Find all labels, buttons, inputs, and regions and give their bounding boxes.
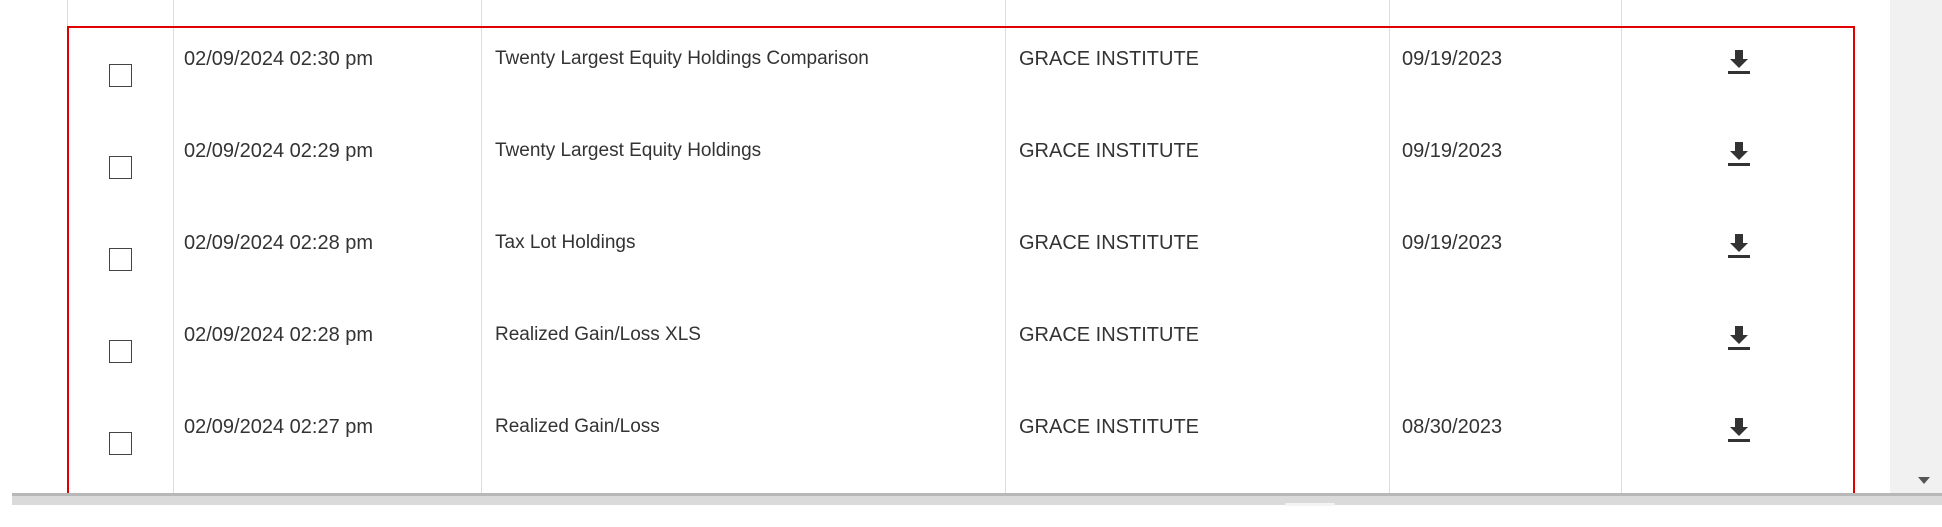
as-of-date [1389,302,1622,394]
vertical-scrollbar[interactable] [1890,0,1942,493]
created-date: 02/09/2024 02:28 pm [173,302,482,394]
row-checkbox[interactable] [109,156,132,179]
download-icon[interactable] [1727,324,1751,352]
table-row: 02/09/2024 02:28 pm Realized Gain/Loss X… [67,302,1891,394]
created-date: 02/09/2024 02:27 pm [173,394,482,493]
download-icon[interactable] [1727,48,1751,76]
as-of-date: 09/19/2023 [1389,210,1622,302]
account-name: GRACE INSTITUTE [1005,26,1390,118]
reports-table: 02/09/2024 02:30 pm Twenty Largest Equit… [67,0,1891,493]
created-date: 02/09/2024 02:30 pm [173,26,482,118]
account-name: GRACE INSTITUTE [1005,394,1390,493]
row-checkbox[interactable] [109,64,132,87]
table-row: 02/09/2024 02:28 pm Tax Lot Holdings GRA… [67,210,1891,302]
table-row: 02/09/2024 02:30 pm Twenty Largest Equit… [67,26,1891,118]
horizontal-scroll-thumb[interactable] [1285,503,1335,506]
table-row: 02/09/2024 02:29 pm Twenty Largest Equit… [67,118,1891,210]
report-name: Realized Gain/Loss XLS [481,302,1006,394]
row-checkbox[interactable] [109,248,132,271]
account-name: GRACE INSTITUTE [1005,302,1390,394]
row-checkbox[interactable] [109,340,132,363]
horizontal-scrollbar[interactable] [12,493,1942,505]
scroll-down-arrow-icon[interactable] [1918,477,1930,484]
download-icon[interactable] [1727,232,1751,260]
report-name: Twenty Largest Equity Holdings Compariso… [481,26,1006,118]
account-name: GRACE INSTITUTE [1005,118,1390,210]
download-icon[interactable] [1727,416,1751,444]
report-name: Tax Lot Holdings [481,210,1006,302]
row-checkbox[interactable] [109,432,132,455]
report-name: Twenty Largest Equity Holdings [481,118,1006,210]
created-date: 02/09/2024 02:29 pm [173,118,482,210]
created-date: 02/09/2024 02:28 pm [173,210,482,302]
table-row: 02/09/2024 02:27 pm Realized Gain/Loss G… [67,394,1891,493]
header-row [67,0,1891,26]
as-of-date: 09/19/2023 [1389,118,1622,210]
as-of-date: 08/30/2023 [1389,394,1622,493]
download-icon[interactable] [1727,140,1751,168]
account-name: GRACE INSTITUTE [1005,210,1390,302]
report-name: Realized Gain/Loss [481,394,1006,493]
as-of-date: 09/19/2023 [1389,26,1622,118]
